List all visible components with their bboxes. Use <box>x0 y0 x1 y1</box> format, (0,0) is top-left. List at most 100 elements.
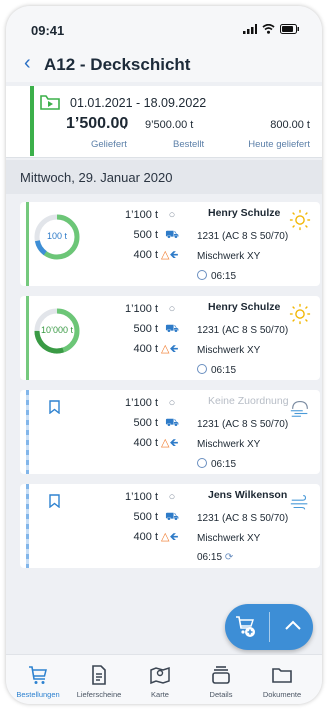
quantity-delivered: 400 t <box>133 249 158 261</box>
driver-name: Jens Wilkenson <box>208 489 288 501</box>
app-screen: 09:41 ‹ A12 - Deckschicht 01.01.2021 - 1… <box>6 6 322 704</box>
delivery-time: 06:15 <box>211 271 237 282</box>
bookmark-icon[interactable] <box>49 494 60 508</box>
wind-icon <box>290 495 308 510</box>
wifi-icon <box>262 24 275 34</box>
status-time: 09:41 <box>31 23 65 38</box>
order-card[interactable]: 10’000 t 1’100 t 500 t 400 t ○ ⛟ △🡸 Henr… <box>20 296 320 380</box>
page-title: A12 - Deckschicht <box>44 55 191 74</box>
nav-label: Details <box>209 690 233 699</box>
driver-name: Henry Schulze <box>208 301 281 313</box>
status-icons <box>243 24 300 34</box>
today-delivered-value: 800.00 t <box>270 119 310 131</box>
time-row: 06:15 <box>197 458 236 470</box>
card-status-bar <box>26 390 29 474</box>
folder-icon <box>272 668 292 683</box>
delivery-time: 06:15 <box>211 459 237 470</box>
signal-icon <box>243 24 257 34</box>
cone-arrow-icon: △🡸 <box>161 343 179 355</box>
nav-item-details[interactable]: Details <box>191 655 251 704</box>
quantity-total: 1’100 t <box>124 209 158 221</box>
order-card[interactable]: 100 t 1’100 t 500 t 400 t ○ ⛟ △🡸 Henry S… <box>20 202 320 286</box>
floating-action-bar <box>225 604 313 650</box>
nav-item-lieferscheine[interactable]: Lieferscheine <box>69 655 129 704</box>
today-delivered-label: Heute geliefert <box>248 139 310 150</box>
ordered-value: 9’500.00 t <box>145 119 194 131</box>
card-status-bar <box>26 484 29 568</box>
bookmark-icon[interactable] <box>49 400 60 414</box>
plant-name: Mischwerk XY <box>197 439 261 450</box>
job-number: 1231 (AC 8 S 50/70) <box>197 419 289 430</box>
circle-icon: ○ <box>168 397 176 409</box>
plant-name: Mischwerk XY <box>197 251 261 262</box>
status-bar: 09:41 <box>6 6 322 52</box>
circle-icon: ○ <box>168 491 176 503</box>
delivery-time: 06:15 <box>197 552 223 563</box>
value-separator: / <box>124 117 128 132</box>
quantity-loaded: 500 t <box>133 511 158 523</box>
nav-item-bestellungen[interactable]: Bestellungen <box>8 655 68 704</box>
job-number: 1231 (AC 8 S 50/70) <box>197 513 289 524</box>
plant-name: Mischwerk XY <box>197 533 261 544</box>
play-folder-icon <box>40 95 60 110</box>
document-icon <box>92 665 106 685</box>
order-card[interactable]: 1’100 t 500 t 400 t ○ ⛟ △🡸 Jens Wilkenso… <box>20 484 320 568</box>
delivery-time: 06:15 <box>211 365 237 376</box>
cone-arrow-icon: △🡸 <box>161 437 179 449</box>
card-status-bar <box>26 296 29 380</box>
delivered-indicator-bar <box>30 86 34 156</box>
nav-label: Dokumente <box>262 690 302 699</box>
day-header-label: Mittwoch, 29. Januar 2020 <box>20 170 173 185</box>
clock-icon <box>197 270 207 280</box>
order-card[interactable]: 1’100 t 500 t 400 t ○ ⛟ △🡸 Keine Zuordnu… <box>20 390 320 474</box>
quantity-total: 1’100 t <box>124 303 158 315</box>
map-icon <box>150 666 170 685</box>
quantity-delivered: 400 t <box>133 531 158 543</box>
date-range: 01.01.2021 - 18.09.2022 <box>70 96 207 110</box>
quantity-loaded: 500 t <box>133 417 158 429</box>
driver-name: Keine Zuordnung <box>208 395 289 407</box>
ring-value: 10’000 t <box>40 325 74 335</box>
ring-value: 100 t <box>46 231 68 241</box>
day-header: Mittwoch, 29. Januar 2020 <box>6 160 322 194</box>
quantity-delivered: 400 t <box>133 437 158 449</box>
bottom-navigation: Bestellungen Lieferscheine Karte Details… <box>6 654 322 704</box>
circle-icon: ○ <box>168 209 176 221</box>
time-row: 06:15 <box>197 364 236 376</box>
quantity-loaded: 500 t <box>133 323 158 335</box>
back-icon[interactable]: ‹ <box>24 52 31 75</box>
chevron-up-icon[interactable] <box>284 619 302 631</box>
nav-item-dokumente[interactable]: Dokumente <box>252 655 312 704</box>
time-row: 06:15 <box>197 270 236 282</box>
history-icon: ⟳ <box>224 552 234 563</box>
time-row: 06:15 ⟳ <box>197 552 233 563</box>
battery-icon <box>280 24 299 34</box>
plant-name: Mischwerk XY <box>197 345 261 356</box>
page-header: ‹ A12 - Deckschicht <box>6 52 322 82</box>
delivery-summary: 01.01.2021 - 18.09.2022 1’500.00 / 9’500… <box>6 86 322 158</box>
fab-divider <box>269 612 270 642</box>
driver-name: Henry Schulze <box>208 207 281 219</box>
card-status-bar <box>26 202 29 286</box>
cone-arrow-icon: △🡸 <box>161 531 179 543</box>
delivered-value: 1’500.00 <box>66 115 129 132</box>
job-number: 1231 (AC 8 S 50/70) <box>197 325 289 336</box>
truck-loading-icon: ⛟ <box>165 511 179 523</box>
circle-icon: ○ <box>168 303 176 315</box>
job-number: 1231 (AC 8 S 50/70) <box>197 231 289 242</box>
quantity-total: 1’100 t <box>124 491 158 503</box>
cloud-wind-icon <box>290 400 308 417</box>
ordered-label: Bestellt <box>173 139 205 150</box>
nav-item-karte[interactable]: Karte <box>130 655 190 704</box>
cart-icon <box>29 666 47 684</box>
cone-arrow-icon: △🡸 <box>161 249 179 261</box>
truck-loading-icon: ⛟ <box>165 229 179 241</box>
cart-add-icon[interactable] <box>235 615 259 637</box>
truck-loading-icon: ⛟ <box>165 323 179 335</box>
sun-icon <box>289 303 311 325</box>
truck-loading-icon: ⛟ <box>165 417 179 429</box>
delivered-label: Geliefert <box>91 139 127 150</box>
clock-icon <box>197 364 207 374</box>
quantity-delivered: 400 t <box>133 343 158 355</box>
details-icon <box>212 666 230 684</box>
